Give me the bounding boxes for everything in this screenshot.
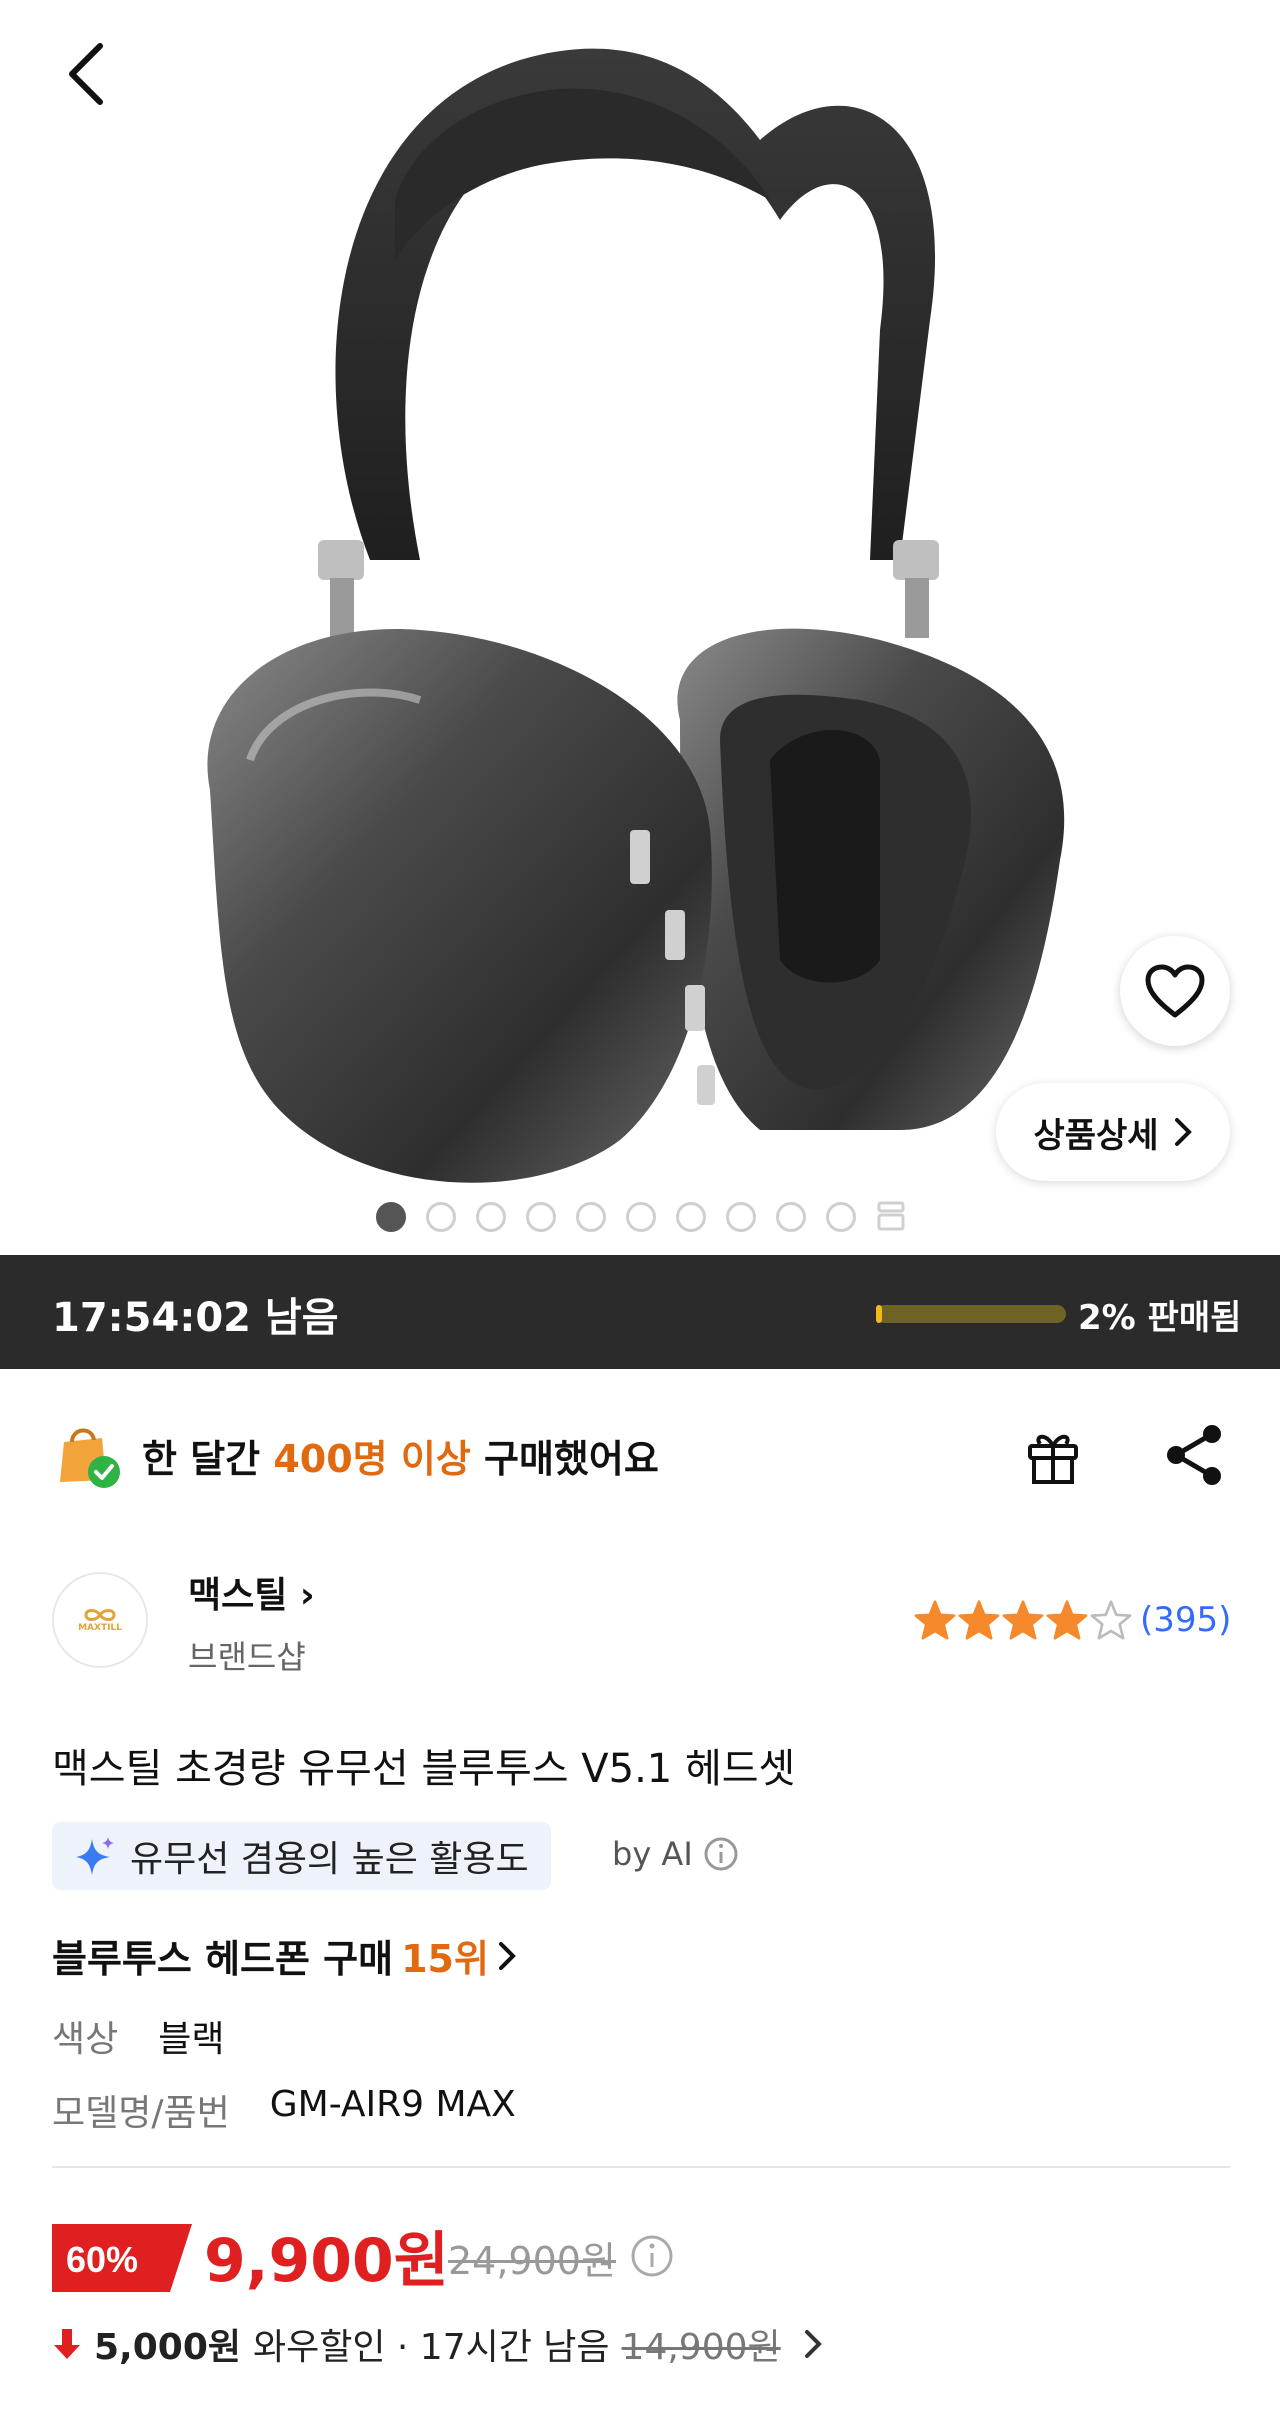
original-price: 24,900원 [448, 2239, 616, 2283]
product-detail-label: 상품상세 [1033, 1115, 1159, 1156]
wow-label: 와우할인 · 17시간 남음 [253, 2327, 610, 2368]
rank-value: 15위 [401, 1937, 489, 1981]
spec-value: GM-AIR9 MAX [269, 2084, 516, 2125]
star-filled-icon [958, 1600, 1000, 1644]
buyers-prefix: 한 달간 [142, 1436, 274, 1481]
carousel-dot[interactable] [726, 1202, 756, 1232]
ai-summary-text: 유무선 겸용의 높은 활용도 [130, 1839, 529, 1880]
sold-percent-text: 2% 판매됨 [1078, 1298, 1242, 1338]
monthly-buyers-text: 한 달간 400명 이상 구매했어요 [142, 1428, 659, 1483]
wow-original-price: 14,900원 [621, 2327, 781, 2368]
star-filled-icon [914, 1600, 956, 1644]
carousel-indicator [0, 1196, 1280, 1236]
brand-store-link[interactable]: 맥스틸 › [188, 1566, 315, 1618]
ai-summary-chip: 유무선 겸용의 높은 활용도 [52, 1822, 551, 1890]
sparkle-icon [76, 1837, 114, 1875]
category-rank-link[interactable]: 블루투스 헤드폰 구매 15위 [52, 1928, 517, 1983]
spec-key: 색상 [52, 2019, 119, 2060]
star-filled-icon [1002, 1600, 1044, 1644]
chevron-right-icon [1174, 1118, 1192, 1146]
arrow-down-icon [54, 2329, 80, 2359]
carousel-dot[interactable] [476, 1202, 506, 1232]
share-icon [1167, 1425, 1221, 1485]
shopping-bag-check-icon [60, 1428, 120, 1488]
maxtill-logo-icon [84, 1609, 116, 1621]
share-button[interactable] [1160, 1420, 1230, 1490]
info-icon[interactable] [630, 2234, 674, 2278]
wishlist-button[interactable] [1120, 936, 1230, 1046]
brand-name: 맥스틸 [188, 1575, 288, 1616]
carousel-dot[interactable] [576, 1202, 606, 1232]
spec-row-color: 색상 블랙 [52, 2010, 225, 2062]
sold-progress-fill [876, 1305, 882, 1323]
carousel-dot[interactable] [426, 1202, 456, 1232]
gift-icon [1028, 1434, 1078, 1484]
by-ai-label: by AI [612, 1835, 693, 1873]
back-button[interactable] [56, 38, 116, 108]
carousel-dot[interactable] [826, 1202, 856, 1232]
brand-shop-label: 브랜드샵 [188, 1638, 306, 1676]
product-title: 맥스틸 초경량 유무선 블루투스 V5.1 헤드셋 [52, 1746, 796, 1792]
wow-discount-row[interactable]: 5,000원 와우할인 · 17시간 남음 14,900원 [52, 2318, 823, 2370]
star-empty-icon [1090, 1600, 1132, 1644]
carousel-dot[interactable] [626, 1202, 656, 1232]
chevron-right-icon: › [287, 1575, 315, 1616]
rank-prefix: 블루투스 헤드폰 구매 [52, 1937, 394, 1981]
gallery-grid-icon[interactable] [876, 1200, 906, 1232]
carousel-dot[interactable] [376, 1202, 406, 1232]
headphones-image [207, 48, 1065, 1183]
rating-stars[interactable] [914, 1600, 1132, 1644]
review-count[interactable]: (395) [1140, 1600, 1231, 1640]
wow-amount: 5,000원 [94, 2327, 241, 2368]
monthly-buyers-banner: 한 달간 400명 이상 구매했어요 [52, 1420, 659, 1490]
spec-value: 블랙 [158, 2019, 225, 2060]
gift-button[interactable] [1018, 1420, 1088, 1490]
ai-info[interactable]: by AI [612, 1835, 739, 1873]
star-filled-icon [1046, 1600, 1088, 1644]
heart-icon [1145, 964, 1205, 1018]
carousel-dot[interactable] [676, 1202, 706, 1232]
carousel-dot[interactable] [526, 1202, 556, 1232]
carousel-dot[interactable] [776, 1202, 806, 1232]
product-detail-button[interactable]: 상품상세 [996, 1083, 1230, 1181]
time-remaining: 17:54:02 남음 [52, 1295, 339, 1341]
buyers-count: 400명 이상 [273, 1436, 471, 1481]
discount-badge: 60% [52, 2224, 192, 2292]
chevron-right-icon [498, 1941, 516, 1970]
spec-key: 모델명/품번 [52, 2093, 230, 2134]
brand-logo[interactable]: MAXTILL [52, 1572, 148, 1668]
chevron-right-icon [804, 2330, 822, 2358]
buyers-suffix: 구매했어요 [470, 1436, 659, 1481]
spec-row-model: 모델명/품번 GM-AIR9 MAX [52, 2084, 516, 2136]
discount-rate: 60% [66, 2239, 138, 2280]
info-icon [704, 1837, 738, 1871]
sale-price: 9,900원 [204, 2226, 449, 2296]
chevron-left-icon [69, 43, 103, 105]
brand-logo-text: MAXTILL [78, 1623, 122, 1633]
divider [52, 2166, 1230, 2168]
product-image-area[interactable]: 상품상세 [0, 0, 1280, 1255]
sold-progress-track [876, 1305, 1066, 1323]
